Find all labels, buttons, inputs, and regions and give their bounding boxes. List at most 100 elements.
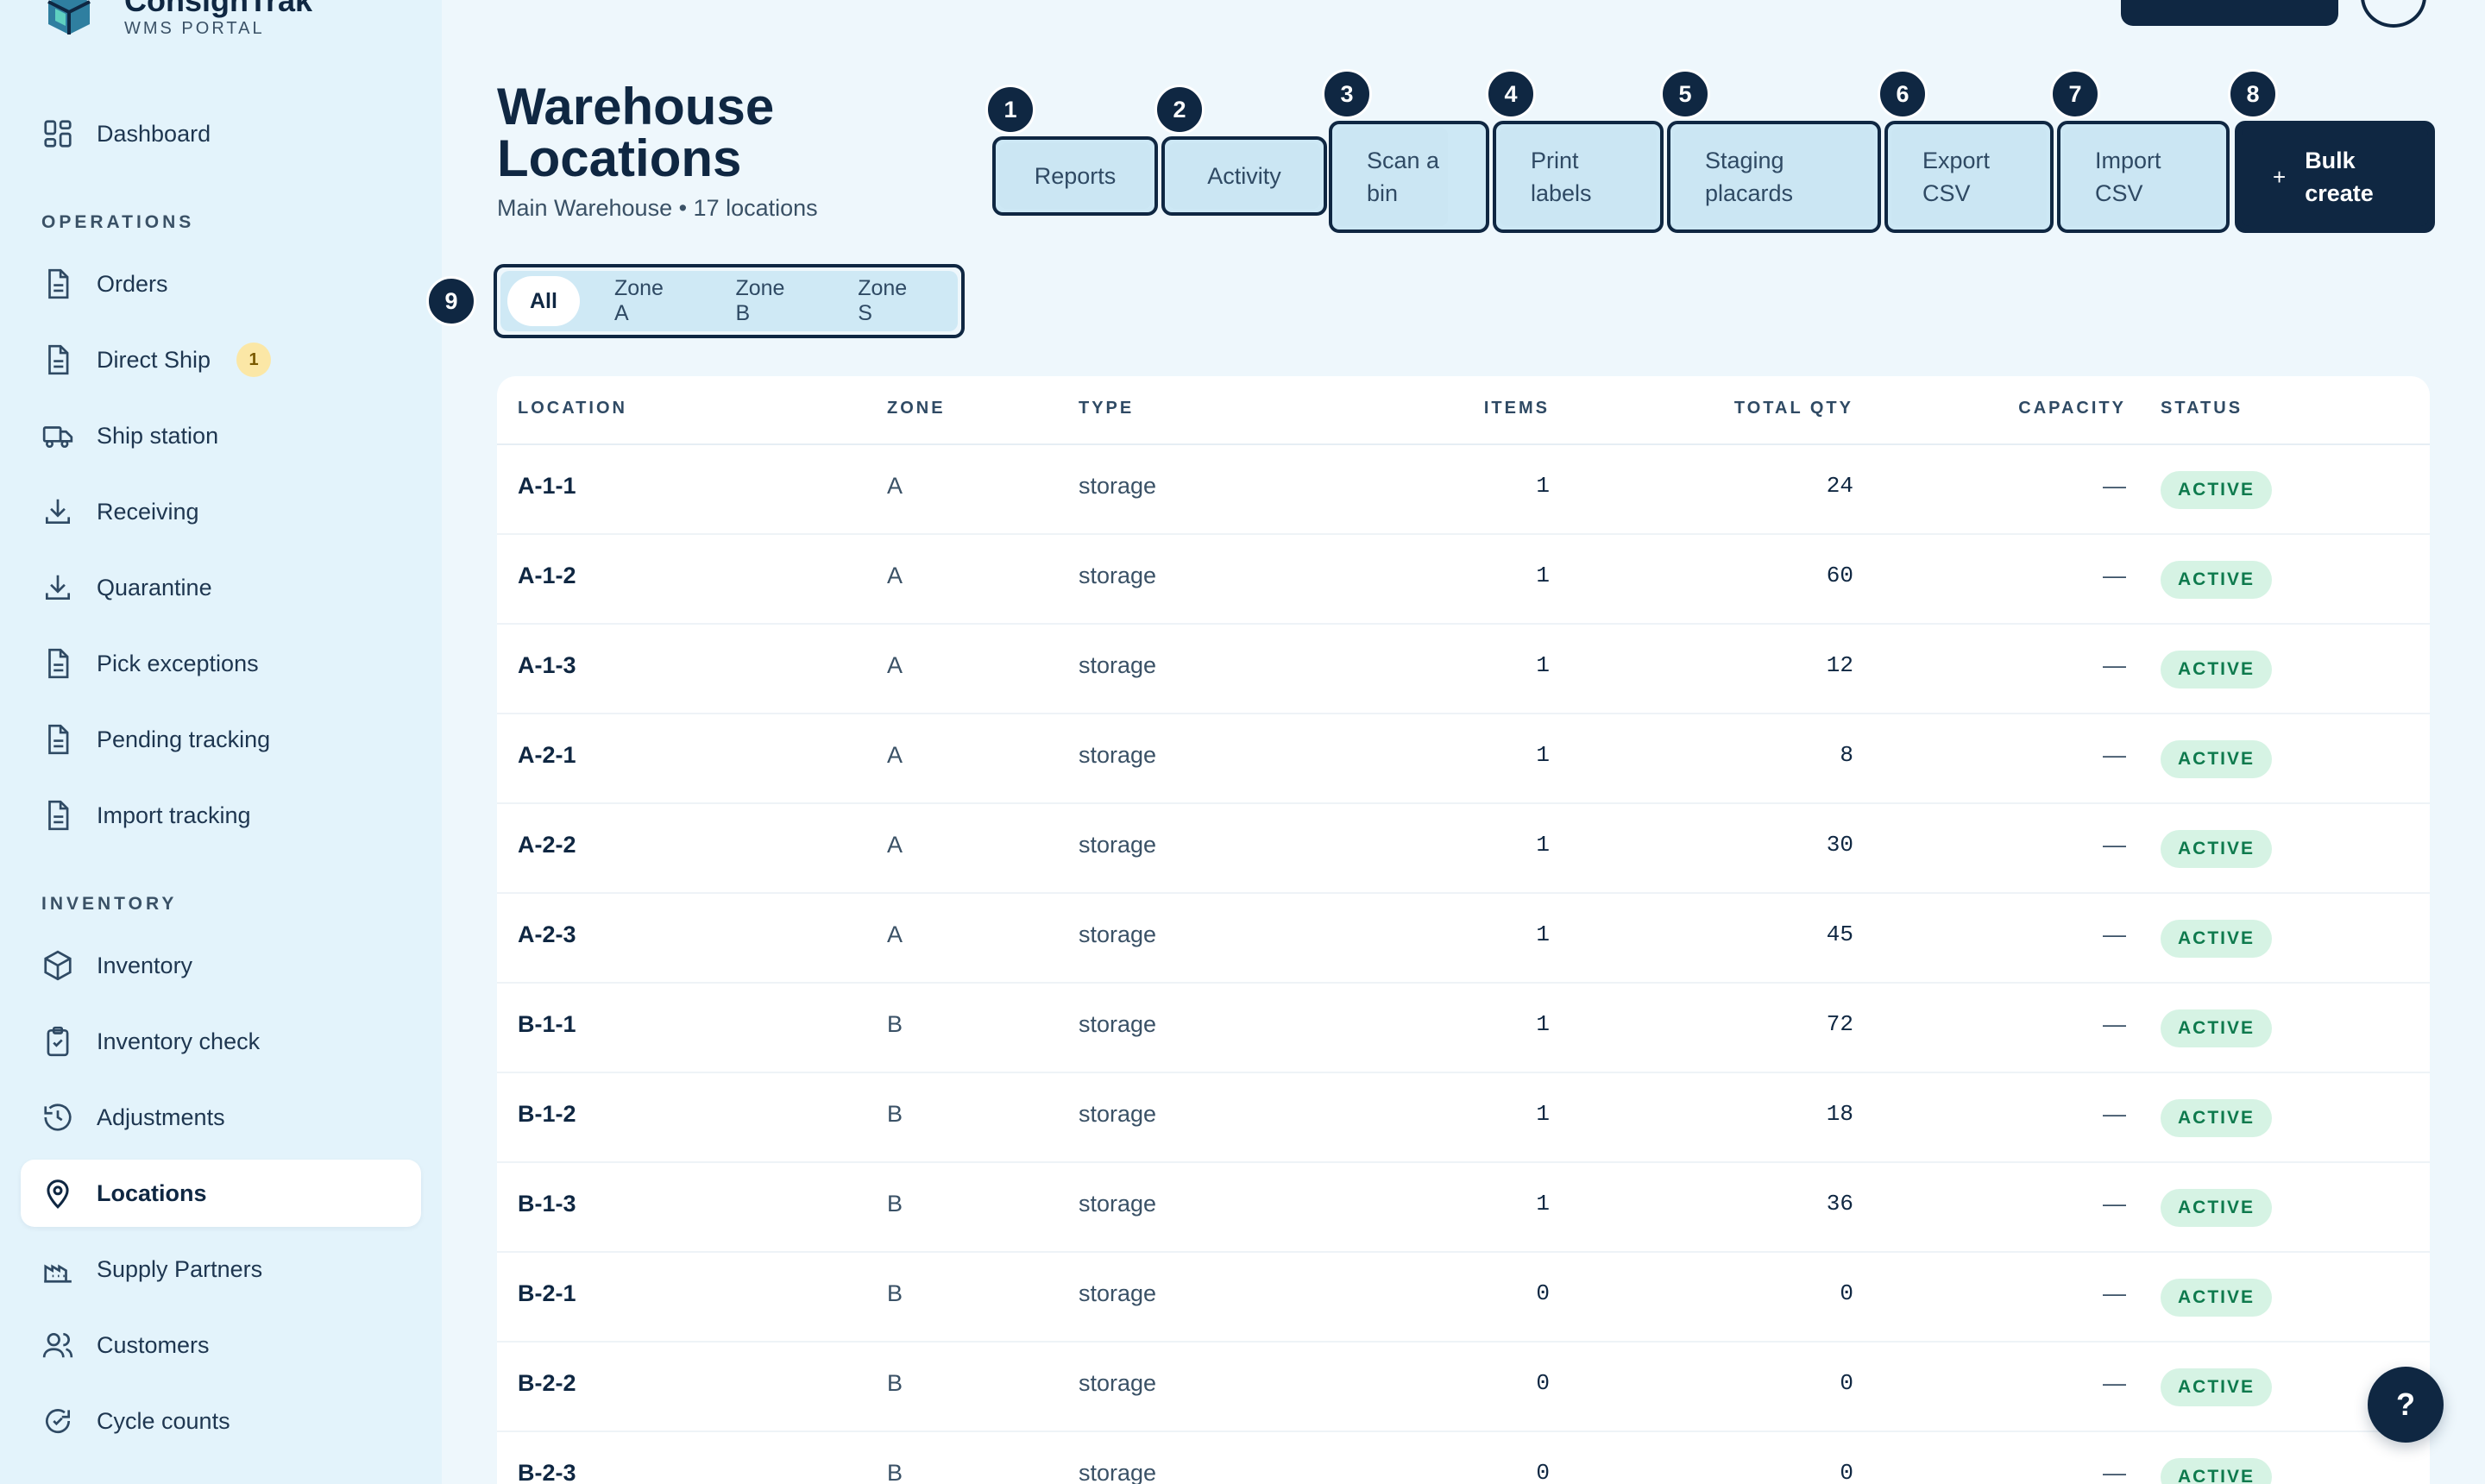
table-row[interactable]: A-1-3 Astorage 1 12 — ACTIVE (497, 625, 2430, 714)
cell-items: 1 (1536, 473, 1550, 499)
sidebar-item-label: Pick exceptions (97, 650, 259, 676)
cell-capacity: — (2103, 1101, 2126, 1127)
cell-total-qty: 24 (1826, 473, 1853, 499)
status-badge: ACTIVE (2161, 1458, 2273, 1484)
table-row[interactable]: B-2-1 Bstorage 0 0 — ACTIVE (497, 1253, 2430, 1343)
sidebar-item-supply-partners[interactable]: Supply Partners (21, 1236, 421, 1303)
column-header-items[interactable]: ITEMS (1484, 399, 1550, 418)
download-icon (41, 571, 74, 604)
button-label: Print labels (1500, 128, 1657, 226)
tab-zone-s[interactable]: Zone S (835, 276, 946, 326)
sidebar-item-orders[interactable]: Orders (21, 250, 421, 318)
sidebar-item-adjustments[interactable]: Adjustments (21, 1084, 421, 1151)
grid-icon (41, 117, 74, 150)
status-badge: ACTIVE (2161, 1099, 2273, 1137)
table-row[interactable]: B-1-3 Bstorage 1 36 — ACTIVE (497, 1163, 2430, 1253)
table-row[interactable]: B-2-3 Bstorage 0 0 — ACTIVE (497, 1432, 2430, 1484)
cell-location: A-2-3 (518, 921, 576, 947)
table-row[interactable]: A-1-2 Astorage 1 60 — ACTIVE (497, 535, 2430, 625)
column-header-type[interactable]: TYPE (1079, 399, 1134, 418)
cell-total-qty: 18 (1826, 1101, 1853, 1127)
top-action-button[interactable] (2121, 0, 2338, 26)
cell-capacity: — (2103, 652, 2126, 678)
help-button[interactable]: ? (2368, 1367, 2444, 1443)
cell-items: 1 (1536, 1011, 1550, 1037)
column-header-status[interactable]: STATUS (2161, 399, 2243, 418)
box-icon (41, 949, 74, 982)
map-pin-icon (41, 1177, 74, 1210)
cell-total-qty: 72 (1826, 1011, 1853, 1037)
sidebar-item-label: Ship station (97, 422, 219, 449)
tab-zone-a[interactable]: Zone A (592, 276, 701, 326)
cell-items: 1 (1536, 1191, 1550, 1217)
table-row[interactable]: A-2-1 Astorage 1 8 — ACTIVE (497, 714, 2430, 804)
cell-capacity: — (2103, 1191, 2126, 1217)
locations-table: LOCATION ZONE TYPE ITEMS TOTAL QTY CAPAC… (497, 376, 2430, 1484)
column-header-capacity[interactable]: CAPACITY (2018, 399, 2126, 418)
annotation-marker-4: 4 (1486, 69, 1536, 119)
sidebar-item-dashboard[interactable]: Dashboard (21, 100, 421, 167)
cell-total-qty: 36 (1826, 1191, 1853, 1217)
cell-zone: B (887, 1280, 903, 1306)
tab-all[interactable]: All (507, 276, 580, 326)
cell-zone: B (887, 1101, 903, 1127)
truck-icon (41, 419, 74, 452)
tab-track: All Zone A Zone B Zone S (500, 271, 958, 331)
sidebar-item-customers[interactable]: Customers (21, 1311, 421, 1379)
cell-type: storage (1079, 563, 1157, 588)
status-badge: ACTIVE (2161, 561, 2273, 599)
print-labels-button[interactable]: Print labels (1493, 121, 1664, 233)
sidebar-item-inventory-check[interactable]: Inventory check (21, 1008, 421, 1075)
cell-zone: A (887, 742, 903, 768)
sidebar-item-ship-station[interactable]: Ship station (21, 402, 421, 469)
sidebar-item-label: Cycle counts (97, 1407, 230, 1434)
page-title: Warehouse Locations (497, 78, 775, 187)
status-badge: ACTIVE (2161, 1279, 2273, 1317)
sidebar-item-receiving[interactable]: Receiving (21, 478, 421, 545)
cell-capacity: — (2103, 563, 2126, 588)
cell-total-qty: 0 (1840, 1370, 1853, 1396)
sidebar-item-locations[interactable]: Locations (21, 1160, 421, 1227)
sidebar-item-quarantine[interactable]: Quarantine (21, 554, 421, 621)
column-header-location[interactable]: LOCATION (518, 399, 627, 418)
document-icon (41, 647, 74, 680)
sidebar: ConsignTrak WMS PORTAL Dashboard OPERATI… (0, 0, 442, 1484)
sidebar-item-import-tracking[interactable]: Import tracking (21, 782, 421, 849)
sidebar-item-pick-exceptions[interactable]: Pick exceptions (21, 630, 421, 697)
cell-type: storage (1079, 1460, 1157, 1484)
status-badge: ACTIVE (2161, 830, 2273, 868)
sidebar-item-label: Adjustments (97, 1104, 225, 1130)
sidebar-item-cycle-counts[interactable]: Cycle counts (21, 1387, 421, 1455)
count-badge: 1 (236, 343, 272, 377)
sidebar-item-inventory[interactable]: Inventory (21, 932, 421, 999)
column-header-total-qty[interactable]: TOTAL QTY (1734, 399, 1853, 418)
activity-button[interactable]: Activity (1161, 136, 1327, 216)
cell-zone: A (887, 921, 903, 947)
section-heading-inventory: INVENTORY (41, 894, 178, 914)
table-row[interactable]: B-1-2 Bstorage 1 18 — ACTIVE (497, 1073, 2430, 1163)
table-row[interactable]: A-1-1 Astorage 1 24 — ACTIVE (497, 445, 2430, 535)
button-label: Activity (1168, 143, 1320, 209)
table-row[interactable]: B-2-2 Bstorage 0 0 — ACTIVE (497, 1343, 2430, 1432)
avatar[interactable] (2361, 0, 2426, 28)
table-row[interactable]: B-1-1 Bstorage 1 72 — ACTIVE (497, 984, 2430, 1073)
column-header-zone[interactable]: ZONE (887, 399, 946, 418)
export-csv-button[interactable]: Export CSV (1884, 121, 2054, 233)
staging-placards-button[interactable]: Staging placards (1667, 121, 1881, 233)
sidebar-item-label: Locations (97, 1179, 207, 1206)
reports-button[interactable]: Reports (992, 136, 1158, 216)
users-icon (41, 1329, 74, 1361)
sidebar-item-direct-ship[interactable]: Direct Ship 1 (21, 326, 421, 393)
factory-icon (41, 1253, 74, 1286)
import-csv-button[interactable]: Import CSV (2057, 121, 2230, 233)
cell-items: 1 (1536, 563, 1550, 588)
tab-zone-b[interactable]: Zone B (713, 276, 823, 326)
table-row[interactable]: A-2-2 Astorage 1 30 — ACTIVE (497, 804, 2430, 894)
annotation-marker-3: 3 (1322, 69, 1372, 119)
bulk-create-button[interactable]: + Bulk create (2235, 121, 2435, 233)
sidebar-item-pending-tracking[interactable]: Pending tracking (21, 706, 421, 773)
clipboard-check-icon (41, 1025, 74, 1058)
table-row[interactable]: A-2-3 Astorage 1 45 — ACTIVE (497, 894, 2430, 984)
cell-location: B-2-1 (518, 1280, 576, 1306)
scan-bin-button[interactable]: Scan a bin (1329, 121, 1489, 233)
